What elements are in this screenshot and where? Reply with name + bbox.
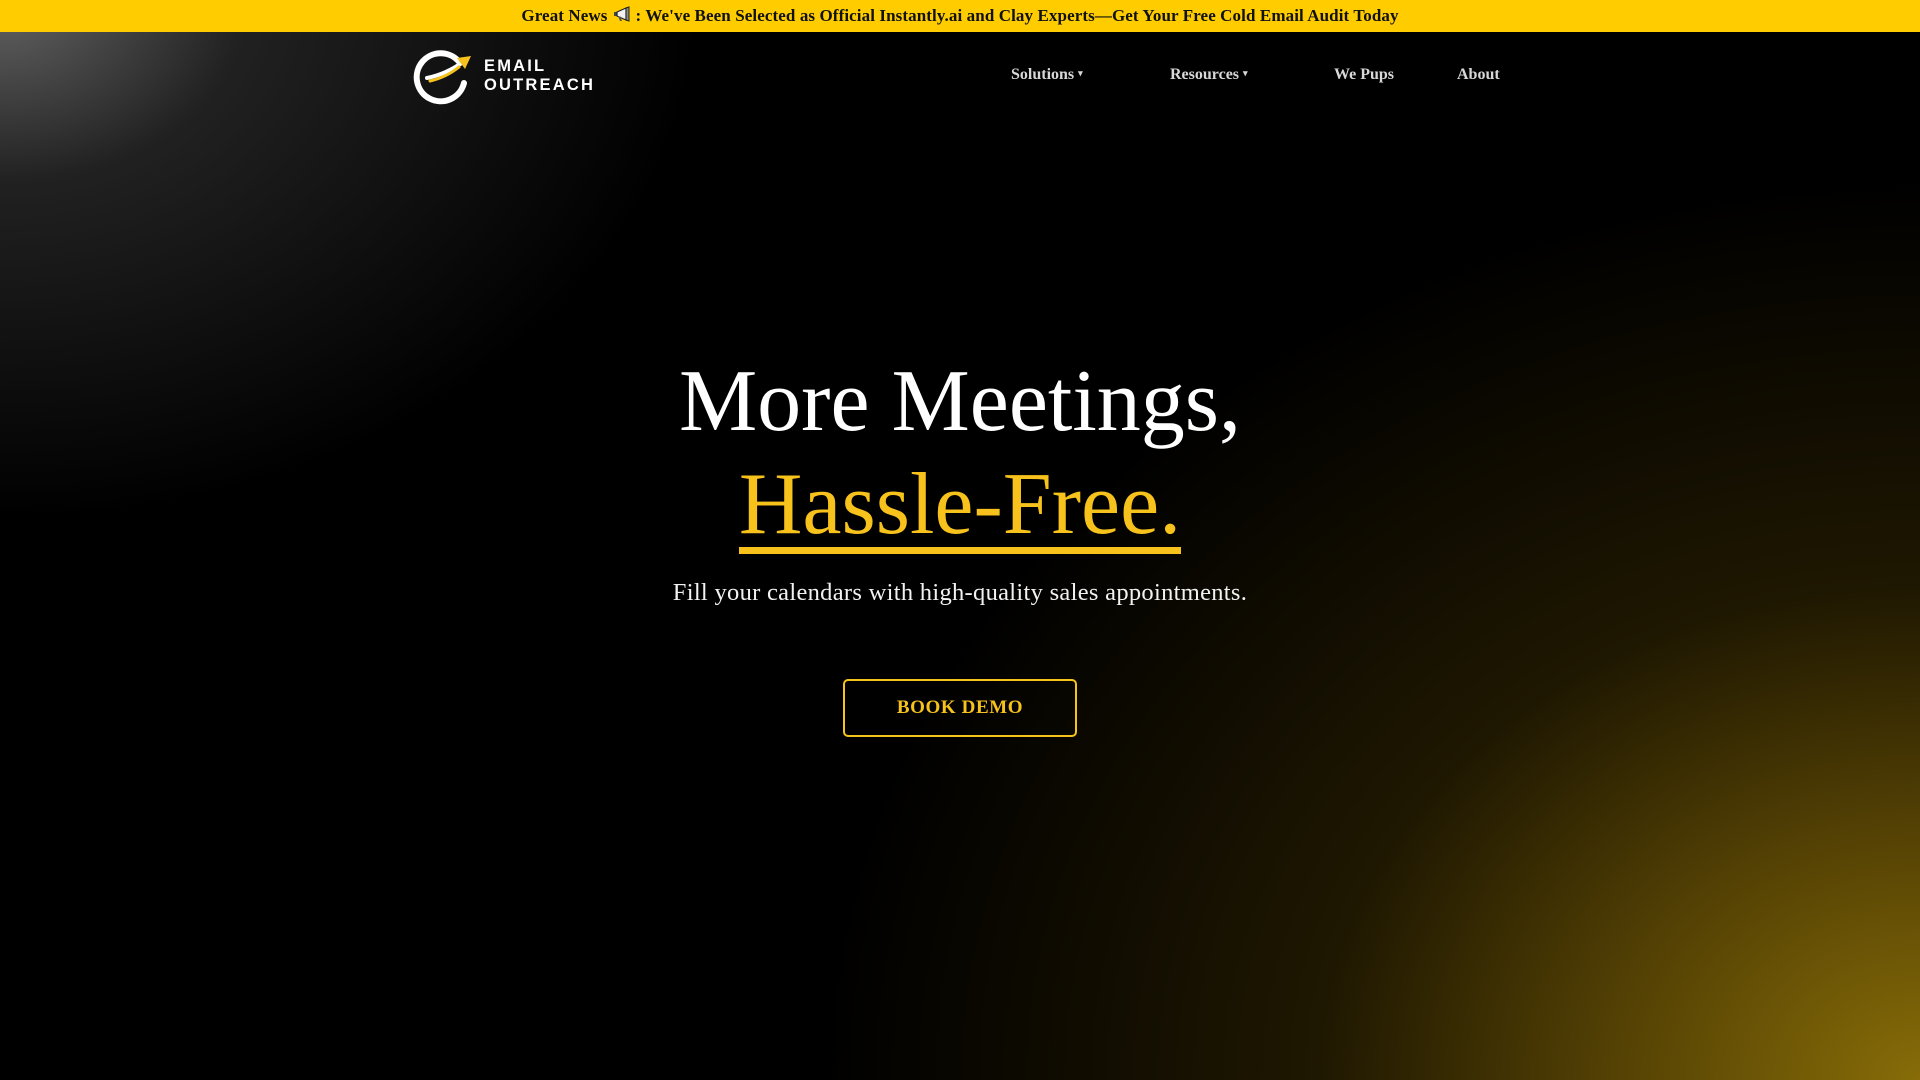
announcement-bar[interactable]: Great News : We've Been Selected as Offi… — [0, 0, 1920, 32]
book-demo-button[interactable]: BOOK DEMO — [843, 679, 1077, 737]
nav-item-label: Resources — [1170, 66, 1240, 83]
nav-item-resources[interactable]: Resources ▾ — [1170, 66, 1248, 84]
hero-subtitle: Fill your calendars with high-quality sa… — [672, 579, 1248, 606]
hero-heading-highlight: Hassle-Free. — [738, 456, 1182, 554]
nav-item-about[interactable]: About — [1457, 66, 1500, 84]
hero-heading-line1: More Meetings, — [678, 353, 1242, 450]
chevron-down-icon: ▾ — [1078, 68, 1083, 78]
nav-item-label: Solutions — [1011, 66, 1075, 83]
megaphone-icon — [612, 5, 632, 27]
hero-heading-line2: Hassle-Free. — [0, 455, 1920, 555]
chevron-down-icon: ▾ — [1243, 68, 1248, 78]
nav-item-we-pups[interactable]: We Pups — [1334, 66, 1394, 84]
nav-menu: Solutions ▾ Resources ▾ We Pups About — [0, 66, 1920, 86]
announcement-text: : We've Been Selected as Official Instan… — [635, 6, 1399, 25]
nav-item-solutions[interactable]: Solutions ▾ — [1011, 66, 1083, 84]
page: Great News : We've Been Selected as Offi… — [0, 0, 1920, 1080]
navbar: EMAIL OUTREACH Solutions ▾ Resources ▾ We … — [0, 32, 1920, 122]
nav-item-label: We Pups — [1334, 66, 1395, 83]
nav-item-label: About — [1457, 66, 1500, 83]
announcement-prefix: Great News — [521, 6, 608, 25]
